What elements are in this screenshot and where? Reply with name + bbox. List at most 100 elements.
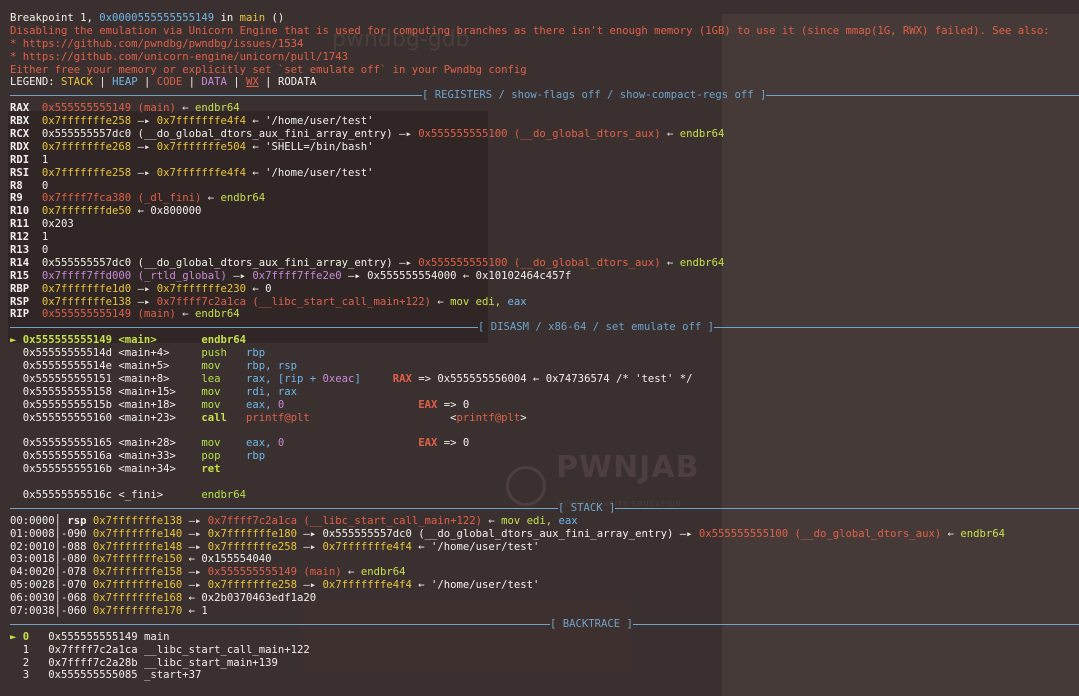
register-line: R12 1	[10, 231, 1079, 244]
section-rule	[10, 95, 422, 97]
disasm-line: 0x55555555515b <main+18> mov eax, 0 EAX …	[10, 399, 1079, 412]
text-segment: ← '/home/user/test'	[246, 166, 374, 179]
text-segment: ← 1	[182, 604, 208, 617]
text-segment: printf@plt	[456, 411, 521, 424]
disasm-line: ► 0x555555555149 <main> endbr64	[10, 334, 1079, 347]
text-segment	[284, 399, 418, 411]
text-segment: EAX	[418, 437, 438, 450]
text-segment: CODE	[156, 76, 183, 89]
text-segment: endbr64	[182, 334, 246, 347]
text-segment: ←	[175, 308, 195, 321]
text-segment: endbr64	[194, 308, 240, 321]
text-segment: —▸	[182, 514, 208, 527]
text-segment: 0x555555555160 <main+23>	[10, 411, 183, 424]
register-line: R8 0	[10, 180, 1079, 193]
text-segment: LEGEND:	[10, 76, 62, 89]
text-segment: RCX	[10, 128, 36, 141]
text-segment: call	[182, 411, 246, 424]
text-segment: printf@plt	[246, 411, 310, 424]
status-line: Either free your memory or explicitly se…	[10, 64, 1079, 77]
text-segment: 0x7fffffffe158	[92, 566, 183, 579]
text-segment: 0x555555555158 <main+15>	[10, 385, 183, 398]
text-segment: 00:0000│	[10, 514, 68, 527]
text-segment: RBX	[10, 115, 36, 128]
text-segment: 05:0028│-070	[10, 579, 93, 592]
text-segment: 0x55555555514d <main+4>	[10, 347, 183, 360]
section-rule	[615, 507, 1079, 509]
text-segment: ← '/home/user/test'	[246, 115, 374, 128]
disasm-line: 0x555555555151 <main+8> lea rax, [rip + …	[10, 373, 1079, 386]
text-segment: R12	[10, 231, 36, 244]
text-segment: Breakpoint 1,	[10, 12, 100, 24]
register-line: R9 0x7ffff7fca380 (_dl_fini) ← endbr64	[10, 192, 1079, 205]
text-segment: 0x7fffffffde50	[35, 205, 132, 218]
text-segment: rbp	[246, 347, 266, 360]
disasm-line: 0x55555555516b <main+34> ret	[10, 463, 1079, 476]
register-line: RCX 0x555555557dc0 (__do_global_dtors_au…	[10, 128, 1079, 141]
text-segment: 0x55555555514e <main+5>	[10, 360, 183, 373]
section-rule	[766, 95, 1079, 97]
text-segment: lea	[182, 372, 246, 385]
text-segment: 0x555555555100 (__do_global_dtors_aux)	[698, 527, 942, 540]
text-segment: —▸	[297, 540, 323, 553]
text-segment: 0x555555555149 (main)	[35, 308, 176, 321]
text-segment: 0x7fffffffe140	[92, 527, 183, 540]
text-segment: R10	[10, 205, 36, 218]
text-segment: 0x555555555151 <main+8>	[10, 372, 183, 385]
text-segment: 0x555555557dc0 (__do_global_dtors_aux_fi…	[35, 256, 393, 269]
text-segment: 0x7ffff7c2a1ca (__libc_start_call_main+1…	[207, 514, 482, 527]
text-segment: ←	[941, 527, 961, 540]
register-line: RSI 0x7fffffffe258 —▸ 0x7fffffffe4f4 ← '…	[10, 167, 1079, 180]
text-segment: RSP	[10, 295, 36, 308]
text-segment: mov edi,	[501, 514, 559, 527]
text-segment: endbr64	[679, 256, 725, 269]
text-segment: endbr64	[220, 192, 266, 205]
text-segment: >	[520, 411, 527, 424]
section-header: [ BACKTRACE ]	[10, 618, 1079, 631]
text-segment: RAX	[392, 372, 412, 385]
text-segment: HEAP	[112, 76, 138, 89]
text-segment: 02:0010│-088	[10, 540, 93, 553]
section-rule	[10, 327, 478, 329]
text-segment: R9	[10, 192, 36, 205]
text-segment: R8	[10, 179, 36, 192]
register-line: RDI 1	[10, 154, 1079, 167]
text-segment: ←	[175, 102, 195, 115]
text-segment: 0x7fffffffe168	[92, 592, 183, 605]
text-segment: 0xeac	[322, 372, 355, 385]
text-segment: 0x55555555516a <main+33>	[10, 450, 183, 463]
text-segment: ← 0x155554040	[182, 553, 272, 566]
text-segment: —▸ 0x555555557dc0 (__do_global_dtors_aux…	[297, 527, 699, 540]
text-segment: 0x555555555165 <main+28>	[10, 437, 183, 450]
text-segment: —▸	[182, 527, 208, 540]
text-segment: rdi, rax	[246, 385, 298, 398]
text-segment: 07:0038│-060	[10, 604, 93, 617]
text-segment: RDI	[10, 153, 36, 166]
register-line: R10 0x7fffffffde50 ← 0x800000	[10, 205, 1079, 218]
text-segment: 04:0020│-078	[10, 566, 93, 579]
text-segment: —▸	[131, 295, 157, 308]
text-segment: mov	[182, 385, 246, 398]
text-segment: 0x7ffff7ffd000 (_rtld_global)	[35, 269, 227, 282]
backtrace-line: 2 0x7ffff7c2a28b __libc_start_main+139	[10, 657, 1079, 670]
text-segment: RBP	[10, 282, 36, 295]
disasm-line: 0x555555555165 <main+28> mov eax, 0 EAX …	[10, 437, 1079, 450]
text-segment: endbr64	[194, 102, 240, 115]
stack-line: 02:0010│-088 0x7fffffffe148 —▸ 0x7ffffff…	[10, 541, 1079, 554]
text-segment: 0x7fffffffe160	[92, 579, 183, 592]
text-segment: ← 0x2b0370463edf1a20	[182, 592, 317, 605]
terminal-output[interactable]: Breakpoint 1, 0x0000555555555149 in main…	[0, 12, 1079, 696]
text-segment: 01:0008│-090	[10, 527, 93, 540]
text-segment: —▸	[182, 566, 208, 579]
text-segment: ← 0x800000	[131, 205, 202, 218]
text-segment: |	[92, 76, 113, 89]
text-segment: => 0	[437, 398, 470, 411]
text-segment: —▸	[297, 579, 323, 592]
register-line: R14 0x555555557dc0 (__do_global_dtors_au…	[10, 257, 1079, 270]
text-segment: => 0	[437, 437, 470, 450]
section-header: [ REGISTERS / show-flags off / show-comp…	[10, 89, 1079, 102]
disasm-line: 0x55555555514e <main+5> mov rbp, rsp	[10, 360, 1079, 373]
register-line: RIP 0x555555555149 (main) ← endbr64	[10, 308, 1079, 321]
text-segment: —▸	[392, 256, 419, 269]
